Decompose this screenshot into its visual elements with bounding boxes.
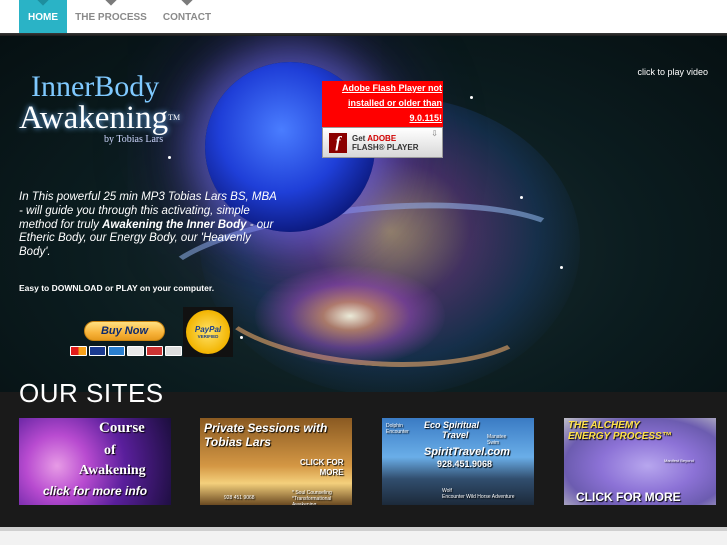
paypal-verified-seal[interactable]: PayPal VERIFIED	[183, 307, 233, 357]
get-label: Get	[352, 133, 366, 143]
flash-warning-link[interactable]: Adobe Flash Player not installed or olde…	[322, 81, 443, 127]
nav-home-label: HOME	[28, 11, 58, 23]
amex-icon	[108, 346, 125, 356]
hero-banner: InnerBody AwakeningTM by Tobias Lars Ado…	[0, 36, 727, 392]
star	[470, 96, 473, 99]
energy-flower-image	[255, 266, 445, 366]
nav-contact-label: CONTACT	[162, 11, 212, 23]
banner-cta: CLICK FOR MORE	[300, 458, 344, 478]
banner-site-name: SpiritTravel.com	[424, 446, 510, 458]
description-bold: Awakening the Inner Body	[102, 218, 247, 231]
logo-line-innerbody: InnerBody	[31, 70, 160, 103]
banner-caption: Manifest Beyond	[664, 458, 694, 463]
flash-warning-line: Adobe Flash Player not	[341, 83, 442, 93]
banner-text: Private Sessions with Tobias Lars	[204, 421, 328, 449]
nav-the-process[interactable]: THE PROCESS	[72, 0, 150, 34]
flash-player-notice: Adobe Flash Player not installed or olde…	[322, 81, 443, 193]
star	[560, 266, 563, 269]
banner-text: Awakening	[79, 463, 146, 478]
banner-cta: CLICK FOR MORE	[576, 490, 681, 504]
star	[520, 196, 523, 199]
banner-cta: click for more info	[43, 484, 148, 498]
star	[168, 156, 171, 159]
download-note: Easy to DOWNLOAD or PLAY on your compute…	[19, 283, 215, 293]
logo-trademark: TM	[168, 113, 181, 122]
paypal-verified: VERIFIED	[197, 334, 219, 339]
nav-marker-icon	[181, 0, 193, 6]
echeck-icon	[146, 346, 163, 356]
flash-warning-line: installed or older than	[347, 98, 442, 108]
top-navigation: HOME THE PROCESS CONTACT	[0, 0, 727, 34]
click-to-play-video-link[interactable]: click to play video	[600, 67, 708, 77]
flash-warning-line: 9.0.115!	[409, 113, 442, 123]
download-arrow-icon: ⇩	[431, 129, 438, 138]
eco-spiritual-travel-banner[interactable]: Eco Spiritual Travel Dolphin Encounter Ma…	[382, 418, 534, 505]
product-description: In This powerful 25 min MP3 Tobias Lars …	[19, 191, 279, 260]
banner-text: Course	[99, 420, 145, 436]
paypal-name: PayPal	[194, 325, 222, 334]
banner-cta-line: MORE	[319, 468, 344, 477]
visa-icon	[89, 346, 106, 356]
payment-cards	[70, 346, 182, 356]
flash-logo-icon: f	[329, 132, 347, 153]
banner-text: THE ALCHEMY ENERGY PROCESS™	[568, 420, 672, 442]
footer-strip	[0, 527, 727, 545]
banner-caption: Manatee Swim	[487, 434, 506, 446]
adobe-label: ADOBE	[367, 133, 397, 143]
banner-caption-line: Encounter	[386, 429, 409, 435]
nav-marker-icon	[37, 0, 49, 6]
logo-line-awakening: AwakeningTM	[19, 100, 209, 136]
banner-title-line: THE ALCHEMY	[568, 420, 640, 431]
banner-text: Eco Spiritual	[424, 420, 480, 430]
mastercard-icon	[70, 346, 87, 356]
banner-caption: Dolphin Encounter	[386, 423, 409, 435]
banner-phone: 928.451.9068	[437, 459, 493, 469]
star	[240, 336, 243, 339]
nav-process-label: THE PROCESS	[75, 11, 147, 23]
banner-text: of	[104, 443, 116, 458]
bank-icon	[165, 346, 182, 356]
flash-player-label: FLASH® PLAYER	[352, 142, 419, 152]
private-sessions-banner[interactable]: Private Sessions with Tobias Lars CLICK …	[200, 418, 352, 505]
nav-marker-icon	[105, 0, 117, 6]
innerbody-awakening-logo[interactable]: InnerBody AwakeningTM by Tobias Lars	[19, 70, 209, 146]
banner-phone: 928 451 9068	[224, 495, 255, 501]
banner-cta-line: CLICK FOR	[300, 458, 344, 467]
get-flash-player-button[interactable]: f Get ADOBE FLASH® PLAYER ⇩	[322, 127, 443, 158]
banner-title-line: ENERGY PROCESS™	[568, 431, 672, 442]
banner-caption-line: Encounter Wild Horse Adventure	[442, 494, 515, 500]
nav-contact[interactable]: CONTACT	[158, 0, 216, 34]
get-flash-label: Get ADOBE FLASH® PLAYER	[352, 134, 419, 152]
banner-text: Travel	[442, 430, 469, 440]
paypal-seal-icon: PayPal VERIFIED	[186, 310, 230, 354]
buy-now-button[interactable]: Buy Now	[84, 321, 165, 341]
discover-icon	[127, 346, 144, 356]
our-sites-title: OUR SITES	[19, 378, 164, 408]
logo-awakening-text: Awakening	[19, 100, 169, 136]
nav-home[interactable]: HOME	[19, 0, 67, 34]
course-of-awakening-banner[interactable]: Course of Awakening click for more info	[19, 418, 171, 505]
our-sites-section: OUR SITES Course of Awakening click for …	[0, 378, 727, 527]
banner-caption: Wolf Encounter Wild Horse Adventure	[442, 488, 515, 500]
banner-service: *Transformational Awakening	[292, 496, 332, 505]
alchemy-energy-process-banner[interactable]: THE ALCHEMY ENERGY PROCESS™ Manifest Beyo…	[564, 418, 716, 505]
banner-services: * Soul Counseling *Transformational Awake…	[292, 490, 352, 505]
